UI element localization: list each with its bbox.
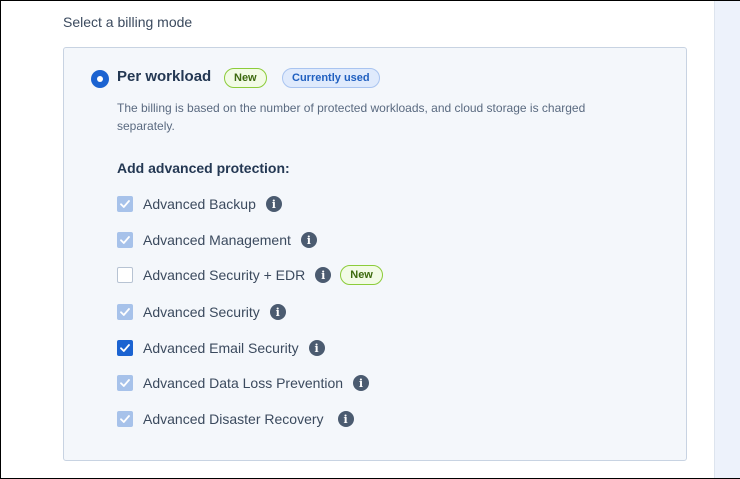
per-workload-radio[interactable]	[91, 70, 109, 88]
option-label: Advanced Management	[143, 232, 291, 248]
option-advanced-management[interactable]: Advanced Management i	[117, 230, 317, 250]
checkbox-checked-disabled[interactable]	[117, 411, 133, 427]
option-advanced-disaster-recovery[interactable]: Advanced Disaster Recovery i	[117, 409, 354, 429]
info-icon[interactable]: i	[308, 340, 325, 356]
option-advanced-security[interactable]: Advanced Security i	[117, 302, 286, 322]
info-icon[interactable]: i	[300, 232, 317, 248]
new-badge: New	[340, 265, 383, 285]
option-advanced-backup[interactable]: Advanced Backup i	[117, 194, 282, 214]
option-label: Advanced Data Loss Prevention	[143, 375, 344, 391]
checkbox-checked-disabled[interactable]	[117, 232, 133, 248]
option-label: Advanced Security + EDR	[143, 267, 306, 283]
option-label: Advanced Email Security	[143, 340, 299, 356]
info-icon[interactable]: i	[315, 267, 332, 283]
option-advanced-email-security[interactable]: Advanced Email Security i	[117, 338, 325, 358]
info-icon[interactable]: i	[353, 375, 370, 391]
info-icon[interactable]: i	[269, 304, 286, 320]
option-advanced-security-edr[interactable]: Advanced Security + EDR i New	[117, 265, 383, 285]
option-advanced-data-loss-prevention[interactable]: Advanced Data Loss Prevention i	[117, 373, 370, 393]
option-label: Advanced Disaster Recovery	[143, 411, 324, 427]
checkbox-unchecked[interactable]	[117, 267, 133, 283]
per-workload-label[interactable]: Per workload	[117, 68, 211, 85]
info-icon[interactable]: i	[337, 411, 354, 427]
section-title: Select a billing mode	[63, 14, 193, 30]
checkbox-checked-disabled[interactable]	[117, 196, 133, 212]
advanced-protection-heading: Add advanced protection:	[117, 160, 290, 176]
currently-used-badge: Currently used	[282, 68, 380, 88]
billing-description: The billing is based on the number of pr…	[117, 101, 586, 133]
info-icon[interactable]: i	[265, 196, 282, 212]
checkbox-checked[interactable]	[117, 340, 133, 356]
option-label: Advanced Security	[143, 304, 260, 320]
right-side-panel	[714, 1, 740, 478]
checkbox-checked-disabled[interactable]	[117, 304, 133, 320]
checkbox-checked-disabled[interactable]	[117, 375, 133, 391]
option-label: Advanced Backup	[143, 196, 256, 212]
new-badge: New	[224, 68, 267, 88]
